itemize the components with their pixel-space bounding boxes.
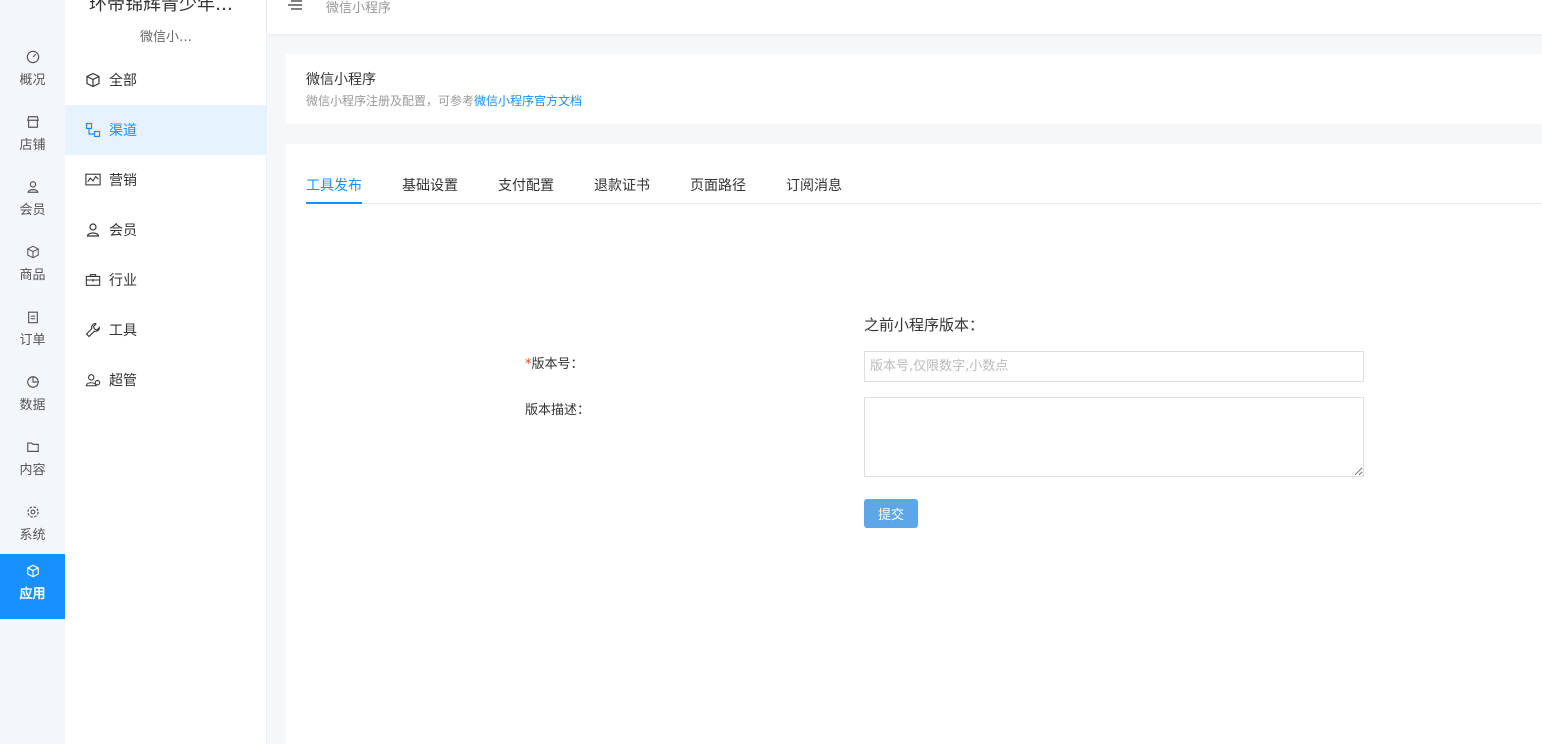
user-icon (86, 223, 100, 237)
sidebar-item-label: 全部 (109, 73, 137, 89)
page-title: 微信小程序 (306, 72, 376, 88)
sidebar-item-tools[interactable]: 工具 (65, 305, 267, 355)
shop-title: 环帝锦辉青少年… (89, 0, 233, 15)
folder-icon (26, 442, 39, 452)
rail-item-label: 应用 (19, 587, 46, 602)
secondary-sidebar: 环帝锦辉青少年… 微信小… 全部 渠道 营销 会员 行业 工具 超管 (65, 0, 267, 744)
sidebar-item-channel[interactable]: 渠道 (65, 105, 267, 155)
previous-version-label: 之前小程序版本： (864, 316, 985, 334)
sidebar-item-admin[interactable]: 超管 (65, 355, 267, 405)
tab-tool-release[interactable]: 工具发布 (306, 175, 362, 204)
sidebar-item-all[interactable]: 全部 (65, 55, 267, 105)
tab-payment-config[interactable]: 支付配置 (498, 175, 554, 204)
cube-icon (86, 72, 100, 88)
rail-item-label: 会员 (19, 203, 46, 218)
shop-subtitle: 微信小… (139, 30, 192, 45)
rail-item-goods[interactable]: 商品 (0, 235, 65, 300)
version-description-textarea[interactable] (864, 397, 1364, 477)
version-label-text: 版本号： (531, 357, 584, 372)
sidebar-item-industry[interactable]: 行业 (65, 255, 267, 305)
description-field-label: 版本描述： (525, 403, 591, 418)
cube-icon (26, 245, 39, 259)
sidebar-item-member[interactable]: 会员 (65, 205, 267, 255)
rail-item-overview[interactable]: 概况 (0, 40, 65, 105)
page-description-text: 微信小程序注册及配置，可参考 (306, 94, 475, 108)
sidebar-item-label: 营销 (109, 173, 137, 189)
version-input[interactable] (864, 351, 1364, 382)
primary-nav-rail: 概况 店铺 会员 商品 订单 数据 内容 系统 应用 (0, 0, 65, 744)
official-docs-link[interactable]: 微信小程序官方文档 (474, 94, 582, 108)
rail-item-data[interactable]: 数据 (0, 365, 65, 430)
rail-item-label: 数据 (19, 398, 46, 413)
marketing-chart-icon (85, 173, 101, 186)
app-icon (26, 564, 39, 578)
page-header-card: 微信小程序 微信小程序注册及配置，可参考微信小程序官方文档 (286, 54, 1542, 124)
sidebar-item-label: 会员 (109, 223, 137, 239)
rail-item-store[interactable]: 店铺 (0, 105, 65, 170)
page-description: 微信小程序注册及配置，可参考微信小程序官方文档 (306, 92, 582, 109)
wrench-icon (85, 322, 101, 338)
rail-item-label: 店铺 (19, 138, 46, 153)
version-field-label: *版本号： (525, 353, 584, 372)
admin-users-icon (85, 374, 101, 387)
user-icon (27, 181, 38, 193)
submit-button[interactable]: 提交 (864, 499, 918, 528)
sidebar-item-marketing[interactable]: 营销 (65, 155, 267, 205)
rail-item-content[interactable]: 内容 (0, 430, 65, 495)
pie-chart-icon (26, 376, 39, 388)
dashboard-icon (26, 50, 39, 64)
sidebar-item-label: 渠道 (109, 123, 137, 139)
briefcase-icon (85, 274, 101, 286)
rail-item-label: 系统 (19, 528, 46, 543)
gear-icon (26, 506, 39, 518)
rail-item-member[interactable]: 会员 (0, 170, 65, 235)
rail-item-apps[interactable]: 应用 (0, 554, 65, 619)
rail-item-label: 商品 (19, 268, 46, 283)
tab-refund-cert[interactable]: 退款证书 (594, 175, 650, 204)
tab-bar: 工具发布 基础设置 支付配置 退款证书 页面路径 订阅消息 (306, 170, 1542, 204)
menu-toggle-icon[interactable] (287, 0, 303, 12)
sidebar-item-label: 行业 (109, 273, 137, 289)
top-bar: 微信小程序 (267, 0, 1542, 34)
sidebar-item-label: 工具 (109, 323, 137, 339)
tab-page-path[interactable]: 页面路径 (690, 175, 746, 204)
clipboard-icon (27, 311, 38, 324)
sidebar-item-label: 超管 (109, 373, 137, 389)
main-content-card: 工具发布 基础设置 支付配置 退款证书 页面路径 订阅消息 之前小程序版本： *… (286, 144, 1542, 744)
breadcrumb[interactable]: 微信小程序 (326, 0, 391, 16)
rail-item-system[interactable]: 系统 (0, 495, 65, 560)
tab-basic-settings[interactable]: 基础设置 (402, 175, 458, 204)
channel-icon (85, 122, 101, 138)
rail-item-label: 内容 (19, 463, 46, 478)
store-icon (26, 116, 39, 128)
rail-item-label: 概况 (19, 73, 46, 88)
rail-item-label: 订单 (19, 333, 46, 348)
tab-subscribe-message[interactable]: 订阅消息 (786, 175, 842, 204)
rail-item-order[interactable]: 订单 (0, 300, 65, 365)
